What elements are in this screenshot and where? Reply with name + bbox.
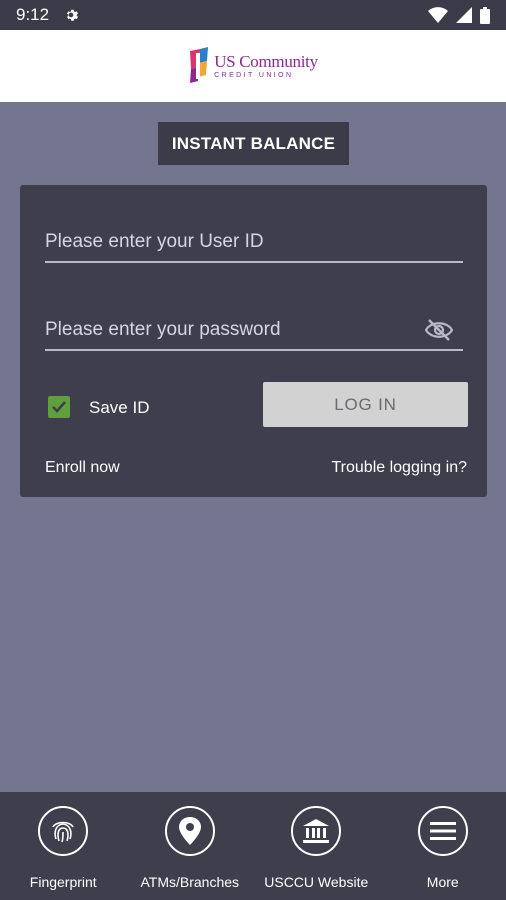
nav-item-more[interactable]: More [380, 792, 506, 900]
signal-icon [456, 7, 472, 23]
logo-subtitle: CREDIT UNION [214, 72, 294, 79]
trouble-logging-in-link[interactable]: Trouble logging in? [332, 459, 468, 477]
status-time: 9:12 [16, 5, 50, 24]
login-button[interactable]: LOG IN [263, 382, 468, 427]
instant-balance-button[interactable]: INSTANT BALANCE [158, 122, 349, 165]
eye-off-icon[interactable] [425, 319, 453, 341]
nav-label-usccu-website: USCCU Website [264, 874, 369, 890]
nav-circle [291, 806, 342, 856]
location-pin-icon [178, 817, 201, 845]
logo-mark-icon [190, 47, 209, 83]
menu-icon [429, 822, 456, 840]
nav-circle [417, 806, 468, 856]
user-id-input[interactable]: Please enter your User ID [45, 223, 463, 263]
bank-icon [303, 819, 330, 843]
save-id-label: Save ID [89, 398, 150, 417]
password-placeholder: Please enter your password [45, 319, 281, 340]
login-card: Please enter your User ID Please enter y… [20, 185, 487, 497]
battery-icon [480, 6, 490, 24]
status-bar: 9:12 [0, 0, 506, 30]
nav-item-fingerprint[interactable]: Fingerprint [0, 792, 127, 900]
usccu-logo: US Community CREDIT UNION [188, 47, 318, 85]
nav-circle [164, 806, 215, 856]
logo-title: US Community [214, 52, 318, 71]
enroll-now-link[interactable]: Enroll now [45, 459, 120, 477]
fingerprint-icon [52, 821, 74, 843]
gear-icon [67, 9, 79, 21]
bottom-navigation: Fingerprint ATMs/Branches USCCU Website [0, 792, 506, 900]
app-header: US Community CREDIT UNION [0, 30, 506, 102]
password-input[interactable]: Please enter your password [45, 311, 463, 351]
nav-label-more: More [426, 874, 459, 890]
status-icons [428, 6, 490, 24]
nav-circle [38, 806, 89, 856]
checkmark-icon [52, 401, 66, 413]
nav-label-atms-branches: ATMs/Branches [140, 874, 240, 890]
save-id-checkbox[interactable] [48, 396, 70, 418]
wifi-icon [428, 7, 448, 23]
nav-label-fingerprint: Fingerprint [29, 874, 97, 890]
nav-item-atms-branches[interactable]: ATMs/Branches [127, 792, 254, 900]
nav-item-usccu-website[interactable]: USCCU Website [253, 792, 380, 900]
